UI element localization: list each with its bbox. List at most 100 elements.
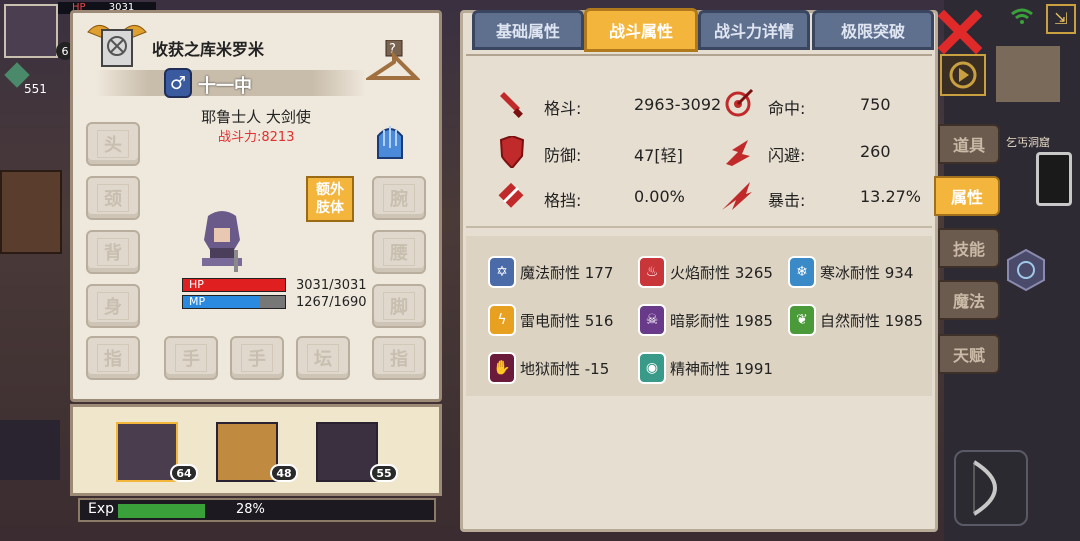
slot-head[interactable]: 头 (86, 122, 140, 166)
resistance-label: 自然耐性 1985 (820, 311, 923, 330)
slot-head-label: 头 (97, 130, 129, 158)
hp-value: 3031/3031 (296, 278, 367, 293)
resistance-label: 火焰耐性 3265 (670, 263, 773, 282)
slot-hand-1-label: 手 (175, 344, 207, 372)
tab-limit-break[interactable]: 极限突破 (812, 10, 934, 50)
slot-hand-1[interactable]: 手 (164, 336, 218, 380)
side-tab-talents[interactable]: 天赋 (938, 334, 1000, 374)
character-level: 十一中 (198, 76, 252, 97)
location-label: 乞丐洞窟 (1006, 136, 1050, 149)
background-floor (0, 420, 60, 480)
resistance-item: ✋ 地狱耐性 -15 (488, 350, 638, 386)
slot-finger-left[interactable]: 指 (86, 336, 140, 380)
combat-power: 战斗力:8213 (218, 130, 295, 145)
resistance-item: ☠ 暗影耐性 1985 (638, 302, 788, 338)
tab-basic-attributes[interactable]: 基础属性 (472, 10, 584, 50)
team-member-2[interactable] (216, 422, 278, 482)
exp-bar: Exp 28% (78, 498, 436, 522)
exp-track (118, 504, 428, 518)
resistance-item: ◉ 精神耐性 1991 (638, 350, 788, 386)
tab-combat-attributes[interactable]: 战斗属性 (584, 8, 698, 52)
stat-dodge-value: 260 (860, 142, 891, 161)
slot-finger-left-label: 指 (97, 344, 129, 372)
resistance-grid: ✡ 魔法耐性 177 ♨ 火焰耐性 3265 ❄ 寒冰耐性 934 ϟ 雷电耐性 516 ☠ 暗影… (488, 254, 938, 386)
mp-bar: MP (182, 295, 286, 309)
slot-hand-2-label: 手 (241, 344, 273, 372)
slot-leg[interactable]: 脚 (372, 284, 426, 328)
side-tab-skills[interactable]: 技能 (938, 228, 1000, 268)
team-member-1-level: 64 (170, 464, 198, 482)
resistance-label: 暗影耐性 1985 (670, 311, 773, 330)
slot-neck[interactable]: 颈 (86, 176, 140, 220)
target-icon (722, 88, 754, 120)
rune-badge-icon[interactable] (1006, 248, 1046, 292)
stat-attack-value: 2963-3092 (634, 95, 722, 114)
slot-body-label: 身 (97, 292, 129, 320)
shield-icon (498, 134, 526, 170)
team-member-3-level: 55 (370, 464, 398, 482)
gem-count: 551 (24, 82, 47, 96)
flame-icon: ♨ (638, 256, 666, 288)
resistance-label: 寒冰耐性 934 (820, 263, 914, 282)
star-of-david-icon: ✡ (488, 256, 516, 288)
stat-hit-label: 命中: (768, 99, 806, 118)
eye-icon: ◉ (638, 352, 666, 384)
tab-combat-power-details[interactable]: 战斗力详情 (698, 10, 810, 50)
team-member-1[interactable] (116, 422, 178, 482)
dodge-icon (722, 136, 754, 168)
guild-emblem-icon (84, 18, 150, 70)
slot-back[interactable]: 背 (86, 230, 140, 274)
slot-back-label: 背 (97, 238, 129, 266)
resistance-label: 魔法耐性 177 (520, 263, 614, 282)
slot-neck-label: 颈 (97, 184, 129, 212)
resistance-item: ♨ 火焰耐性 3265 (638, 254, 788, 290)
slot-wrist[interactable]: 腕 (372, 176, 426, 220)
extra-limbs-button[interactable]: 额外 肢体 (306, 176, 354, 222)
player-avatar[interactable] (4, 4, 58, 58)
resistance-item: ❦ 自然耐性 1985 (788, 302, 938, 338)
sword-icon (496, 90, 526, 120)
side-tab-magic[interactable]: 魔法 (938, 280, 1000, 320)
close-icon[interactable] (937, 9, 983, 55)
critical-icon (720, 180, 754, 212)
resistance-item: ❄ 寒冰耐性 934 (788, 254, 938, 290)
stat-attack-label: 格斗: (544, 99, 582, 118)
wifi-icon (1010, 6, 1034, 26)
play-icon[interactable] (940, 54, 986, 96)
skull-icon: ☠ (638, 304, 666, 336)
exp-fill (118, 504, 205, 518)
side-tab-attributes[interactable]: 属性 (934, 176, 1000, 216)
slot-ring[interactable]: 坛 (296, 336, 350, 380)
slot-hand-2[interactable]: 手 (230, 336, 284, 380)
character-sprite (194, 210, 250, 276)
stat-block-label: 格挡: (544, 191, 582, 210)
team-member-3[interactable] (316, 422, 378, 482)
bow-weapon-icon[interactable] (954, 450, 1028, 526)
slot-finger-right[interactable]: 指 (372, 336, 426, 380)
slot-waist[interactable]: 腰 (372, 230, 426, 274)
side-tab-items[interactable]: 道具 (938, 124, 1000, 164)
hp-bar: HP (182, 278, 286, 292)
character-title: 收获之库米罗米 (152, 40, 265, 59)
exp-percent: 28% (236, 502, 265, 517)
mp-bar-label: MP (189, 295, 206, 308)
snowflake-icon: ❄ (788, 256, 816, 288)
lightning-icon: ϟ (488, 304, 516, 336)
minimap[interactable] (996, 46, 1060, 102)
stat-defense-value: 47[轻] (634, 146, 683, 165)
leaf-icon: ❦ (788, 304, 816, 336)
tab-divider (466, 54, 932, 56)
stat-crit-value: 13.27% (860, 187, 922, 206)
helmet-icon[interactable] (374, 122, 406, 162)
slot-ring-label: 坛 (307, 344, 339, 372)
slot-body[interactable]: 身 (86, 284, 140, 328)
hanger-icon[interactable]: ? (363, 39, 421, 86)
resistance-label: 精神耐性 1991 (670, 359, 773, 378)
phone-icon[interactable] (1036, 152, 1072, 206)
stat-defense-label: 防御: (544, 146, 582, 165)
resistance-label: 雷电耐性 516 (520, 311, 614, 330)
resistance-item: ✡ 魔法耐性 177 (488, 254, 638, 290)
exit-icon[interactable]: ⇲ (1046, 4, 1076, 34)
background-cabinet (0, 170, 62, 254)
stat-crit-label: 暴击: (768, 191, 806, 210)
